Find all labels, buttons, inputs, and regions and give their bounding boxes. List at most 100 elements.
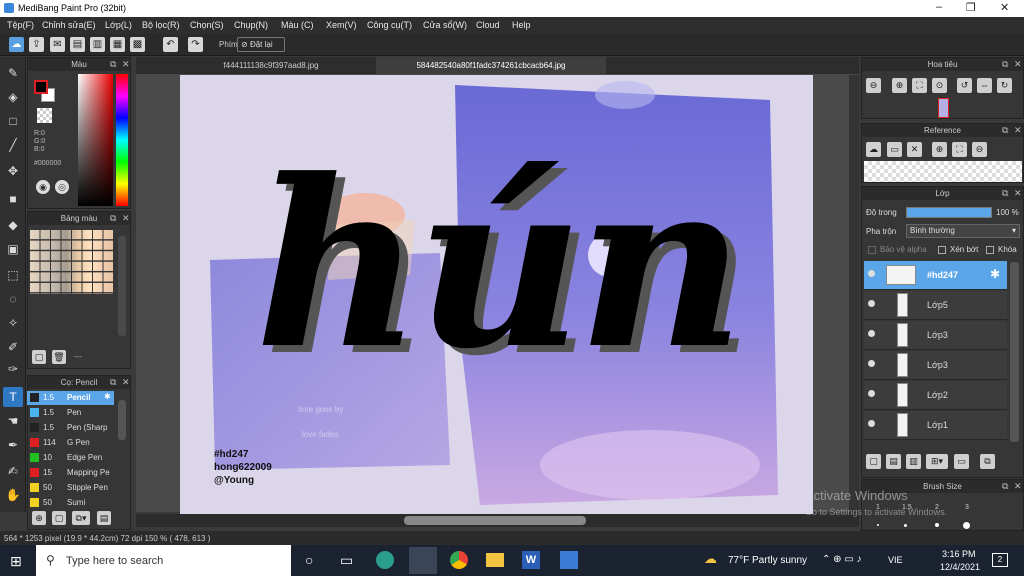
layer-row[interactable]: Lớp1: [864, 411, 1007, 440]
close-ref-icon[interactable]: ✕: [907, 142, 922, 157]
select-pen-icon[interactable]: ✐: [3, 337, 23, 357]
folder-layer-icon[interactable]: ▭: [954, 454, 969, 469]
menu-filter[interactable]: Bộ lọc(R): [142, 20, 180, 30]
popout-icon[interactable]: ⧉: [1002, 187, 1008, 200]
tab-document-1[interactable]: f444111138c9f397aad8.jpg: [186, 57, 356, 74]
grid-icon[interactable]: ▦: [110, 37, 125, 52]
palette-swatches[interactable]: [30, 230, 114, 294]
new-palette-icon[interactable]: ▢: [32, 350, 46, 364]
word-icon[interactable]: W: [522, 551, 540, 569]
move-tool-icon[interactable]: ✥: [3, 161, 23, 181]
primary-color-swatch[interactable]: [34, 80, 48, 94]
rect-tool-icon[interactable]: □: [3, 111, 23, 131]
redo-icon[interactable]: ↷: [188, 37, 203, 52]
visibility-icon[interactable]: [868, 420, 875, 427]
weather-text[interactable]: 77°F Partly sunny: [728, 555, 807, 566]
menu-help[interactable]: Help: [512, 20, 531, 30]
cloud-icon[interactable]: ☁: [9, 37, 24, 52]
add-layer-menu-icon[interactable]: ⊞▾: [926, 454, 948, 469]
chrome-icon[interactable]: [450, 551, 468, 569]
gradient-tool-icon[interactable]: ▣: [3, 239, 23, 259]
popout-icon[interactable]: ⧉: [1002, 124, 1008, 137]
brush-item[interactable]: 114 G Pen: [27, 436, 114, 450]
color-mode-icon[interactable]: ◎: [55, 180, 69, 194]
menu-window[interactable]: Cửa sổ(W): [423, 20, 467, 30]
size-3[interactable]: 3: [965, 504, 969, 511]
edge-icon[interactable]: [376, 551, 394, 569]
visibility-icon[interactable]: [868, 300, 875, 307]
close-icon[interactable]: ✕: [1014, 124, 1022, 137]
new-layer-icon[interactable]: ▢: [866, 454, 881, 469]
windows-start-icon[interactable]: ⊞: [10, 553, 26, 569]
layer-row[interactable]: Lớp3: [864, 321, 1007, 350]
brush-item[interactable]: 15 Mapping Pe: [27, 466, 114, 480]
rotate-right-icon[interactable]: ↻: [997, 78, 1012, 93]
medibang-taskbar-icon[interactable]: [409, 547, 437, 574]
text-tool-icon[interactable]: T: [3, 387, 23, 407]
vertical-scrollbar[interactable]: [849, 75, 859, 514]
popout-icon[interactable]: ⧉: [110, 212, 116, 225]
task-view-icon[interactable]: ▭: [340, 552, 353, 569]
zoom-in-icon[interactable]: ⊕: [892, 78, 907, 93]
photos-icon[interactable]: [560, 551, 578, 569]
eyedropper-tool-icon[interactable]: ✒: [3, 435, 23, 455]
notification-icon[interactable]: 2: [992, 553, 1008, 567]
tray-icons[interactable]: ⌃ ⊕ ▭ ♪: [822, 554, 862, 565]
undo-icon[interactable]: ↶: [163, 37, 178, 52]
magic-wand-icon[interactable]: ✧: [3, 313, 23, 333]
lasso-tool-icon[interactable]: ◌: [3, 289, 23, 309]
popout-icon[interactable]: ⧉: [1002, 480, 1008, 493]
navigator-thumbnail[interactable]: [938, 98, 949, 118]
close-icon[interactable]: ✕: [1014, 58, 1022, 71]
popout-icon[interactable]: ⧉: [1002, 58, 1008, 71]
ref-zoom-in-icon[interactable]: ⊕: [932, 142, 947, 157]
clock-date[interactable]: 12/4/2021: [940, 562, 980, 572]
layer-scrollbar[interactable]: [1010, 262, 1019, 442]
close-icon[interactable]: ✕: [122, 212, 130, 225]
ref-fit-icon[interactable]: ⛶: [952, 142, 967, 157]
fit-icon[interactable]: ⛶: [912, 78, 927, 93]
visibility-icon[interactable]: [868, 390, 875, 397]
visibility-icon[interactable]: [868, 270, 875, 277]
pen-tool-icon[interactable]: ✍: [3, 461, 23, 481]
opacity-slider[interactable]: [906, 207, 992, 218]
add-brush-icon[interactable]: ⊕: [32, 511, 46, 525]
fill-rect-tool-icon[interactable]: ■: [3, 189, 23, 209]
menu-edit[interactable]: Chỉnh sửa(E): [42, 20, 96, 30]
gear-icon[interactable]: ✱: [104, 392, 111, 401]
line-tool-icon[interactable]: ╱: [3, 135, 23, 155]
color-wheel-icon[interactable]: ◉: [36, 180, 50, 194]
zoom-reset-icon[interactable]: ⊙: [932, 78, 947, 93]
delete-palette-icon[interactable]: 🗑: [52, 350, 66, 364]
menu-cloud[interactable]: Cloud: [476, 20, 500, 30]
menu-file[interactable]: Tệp(F): [7, 20, 34, 30]
layer-settings-gear-icon[interactable]: ✱: [990, 267, 1000, 281]
brush-item[interactable]: 1.5 Pen: [27, 406, 114, 420]
horizontal-scrollbar[interactable]: [136, 514, 859, 527]
close-icon[interactable]: ✕: [1014, 187, 1022, 200]
saturation-value-picker[interactable]: [78, 74, 113, 206]
menu-tools[interactable]: Công cụ(T): [367, 20, 412, 30]
maximize-button[interactable]: ❐: [966, 1, 976, 14]
close-icon[interactable]: ✕: [122, 376, 130, 389]
clipping-checkbox[interactable]: [938, 246, 946, 254]
bucket-tool-icon[interactable]: ◆: [3, 215, 23, 235]
new-halftone-layer-icon[interactable]: ▤: [886, 454, 901, 469]
duplicate-layer-icon[interactable]: ⧉: [980, 454, 995, 469]
brush-tool-icon[interactable]: ✎: [3, 63, 23, 83]
palette-scrollbar[interactable]: [118, 236, 126, 336]
new-brush-icon[interactable]: ▢: [52, 511, 66, 525]
eraser-tool-icon[interactable]: ◈: [3, 87, 23, 107]
explorer-icon[interactable]: [486, 553, 504, 567]
horizontal-scroll-thumb[interactable]: [404, 516, 586, 525]
flip-icon[interactable]: ⇔: [977, 78, 992, 93]
doc-icon[interactable]: ▤: [70, 37, 85, 52]
brush-item[interactable]: 50 Sumi: [27, 496, 114, 510]
operation-tool-icon[interactable]: ☚: [3, 411, 23, 431]
menu-view[interactable]: Xem(V): [326, 20, 357, 30]
zoom-out-icon[interactable]: ⊖: [866, 78, 881, 93]
taskbar-search[interactable]: ⚲ Type here to search: [36, 545, 291, 576]
layer-row[interactable]: #hd247 ✱: [864, 261, 1007, 290]
panels-icon[interactable]: ▩: [130, 37, 145, 52]
share-icon[interactable]: ⇪: [29, 37, 44, 52]
